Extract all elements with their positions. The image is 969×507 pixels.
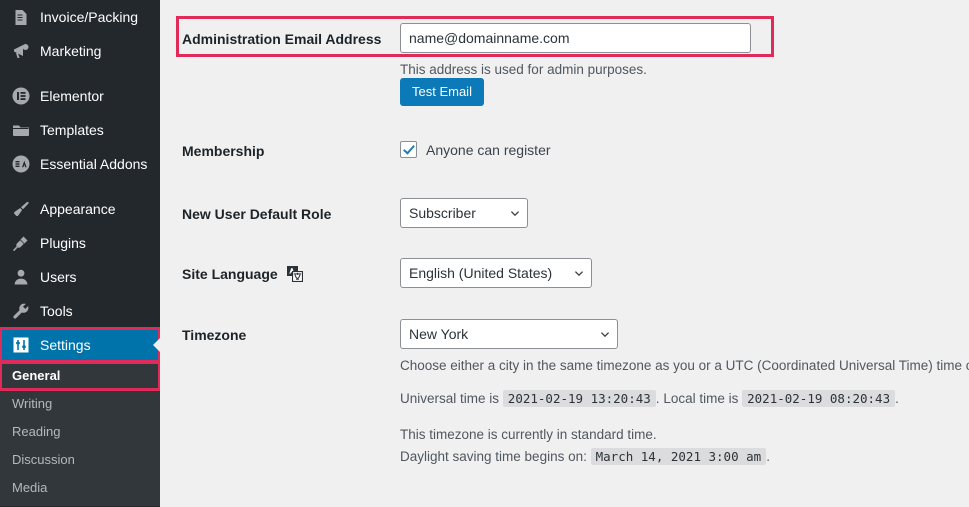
dst-prefix: Daylight saving time begins on: bbox=[400, 449, 587, 464]
sidebar-item-label: Tools bbox=[40, 303, 73, 319]
sidebar-item-settings[interactable]: Settings bbox=[0, 327, 160, 363]
site-language-value: English (United States) bbox=[409, 265, 553, 281]
sidebar-item-reading[interactable]: Reading bbox=[0, 418, 160, 446]
site-language-label: Site Language bbox=[182, 265, 397, 286]
dst-separator: . bbox=[766, 449, 770, 464]
submenu-arrow-icon bbox=[153, 337, 160, 353]
universal-time-value: 2021-02-19 13:20:43 bbox=[502, 390, 656, 407]
sidebar-item-label: Appearance bbox=[40, 201, 116, 217]
anyone-can-register-label: Anyone can register bbox=[426, 141, 551, 158]
admin-sidebar: Invoice/Packing Marketing Elementor Temp… bbox=[0, 0, 160, 507]
sidebar-item-label: Essential Addons bbox=[40, 156, 148, 172]
universal-time-separator: . bbox=[655, 391, 660, 406]
chevron-down-icon bbox=[511, 211, 519, 217]
sidebar-item-general[interactable]: General bbox=[0, 361, 160, 391]
default-role-select[interactable]: Subscriber bbox=[400, 198, 528, 228]
wrench-icon bbox=[10, 301, 32, 321]
site-language-select[interactable]: English (United States) bbox=[400, 258, 592, 288]
sidebar-separator bbox=[0, 68, 160, 79]
timezone-label: Timezone bbox=[182, 327, 247, 343]
universal-time-prefix: Universal time is bbox=[400, 391, 500, 406]
dst-date-value: March 14, 2021 3:00 am bbox=[590, 448, 767, 465]
settings-sliders-icon bbox=[10, 335, 32, 355]
local-time-separator: . bbox=[895, 391, 899, 406]
sidebar-item-label: Plugins bbox=[40, 235, 86, 251]
timezone-description: Choose either a city in the same timezon… bbox=[400, 358, 969, 373]
timezone-value: New York bbox=[409, 326, 469, 342]
local-time-prefix: Local time is bbox=[663, 391, 739, 406]
sidebar-item-users[interactable]: Users bbox=[0, 260, 160, 294]
sidebar-item-label: Elementor bbox=[40, 88, 104, 104]
standard-time-note: This timezone is currently in standard t… bbox=[400, 427, 657, 442]
settings-general-content: Administration Email Address This addres… bbox=[160, 0, 969, 507]
plug-icon bbox=[10, 233, 32, 253]
chevron-down-icon bbox=[601, 332, 609, 338]
local-time-value: 2021-02-19 08:20:43 bbox=[742, 390, 896, 407]
sidebar-item-writing[interactable]: Writing bbox=[0, 390, 160, 418]
admin-email-label: Administration Email Address bbox=[182, 31, 382, 47]
admin-email-input[interactable] bbox=[400, 23, 751, 53]
document-icon bbox=[10, 7, 32, 27]
sidebar-item-elementor[interactable]: Elementor bbox=[0, 79, 160, 113]
sidebar-item-plugins[interactable]: Plugins bbox=[0, 226, 160, 260]
sidebar-item-templates[interactable]: Templates bbox=[0, 113, 160, 147]
settings-submenu: General Writing Reading Discussion Media bbox=[0, 361, 160, 506]
sidebar-item-label: Invoice/Packing bbox=[40, 9, 139, 25]
megaphone-icon bbox=[10, 41, 32, 61]
sidebar-item-label: Marketing bbox=[40, 43, 102, 59]
sidebar-item-marketing[interactable]: Marketing bbox=[0, 34, 160, 68]
default-role-value: Subscriber bbox=[409, 205, 476, 221]
sidebar-item-tools[interactable]: Tools bbox=[0, 294, 160, 328]
paintbrush-icon bbox=[10, 199, 32, 219]
chevron-down-icon bbox=[575, 271, 583, 277]
translation-icon bbox=[286, 266, 304, 286]
default-role-label: New User Default Role bbox=[182, 206, 332, 222]
membership-label: Membership bbox=[182, 143, 265, 159]
wordpress-admin-screen: Invoice/Packing Marketing Elementor Temp… bbox=[0, 0, 969, 507]
sidebar-item-invoice-packing[interactable]: Invoice/Packing bbox=[0, 0, 160, 34]
essential-addons-icon bbox=[10, 154, 32, 174]
membership-checkbox-wrap[interactable]: Anyone can register bbox=[400, 141, 551, 158]
site-language-label-text: Site Language bbox=[182, 266, 278, 282]
anyone-can-register-checkbox[interactable] bbox=[400, 141, 417, 158]
sidebar-separator bbox=[0, 181, 160, 192]
user-icon bbox=[10, 267, 32, 287]
sidebar-item-appearance[interactable]: Appearance bbox=[0, 192, 160, 226]
sidebar-item-label: Settings bbox=[40, 337, 91, 353]
sidebar-item-label: Templates bbox=[40, 122, 104, 138]
sidebar-item-media[interactable]: Media bbox=[0, 474, 160, 502]
sidebar-item-discussion[interactable]: Discussion bbox=[0, 446, 160, 474]
test-email-button[interactable]: Test Email bbox=[400, 78, 484, 106]
timezone-select[interactable]: New York bbox=[400, 319, 618, 349]
sidebar-item-label: Users bbox=[40, 269, 77, 285]
elementor-icon bbox=[10, 86, 32, 106]
folder-icon bbox=[10, 120, 32, 140]
sidebar-item-essential-addons[interactable]: Essential Addons bbox=[0, 147, 160, 181]
